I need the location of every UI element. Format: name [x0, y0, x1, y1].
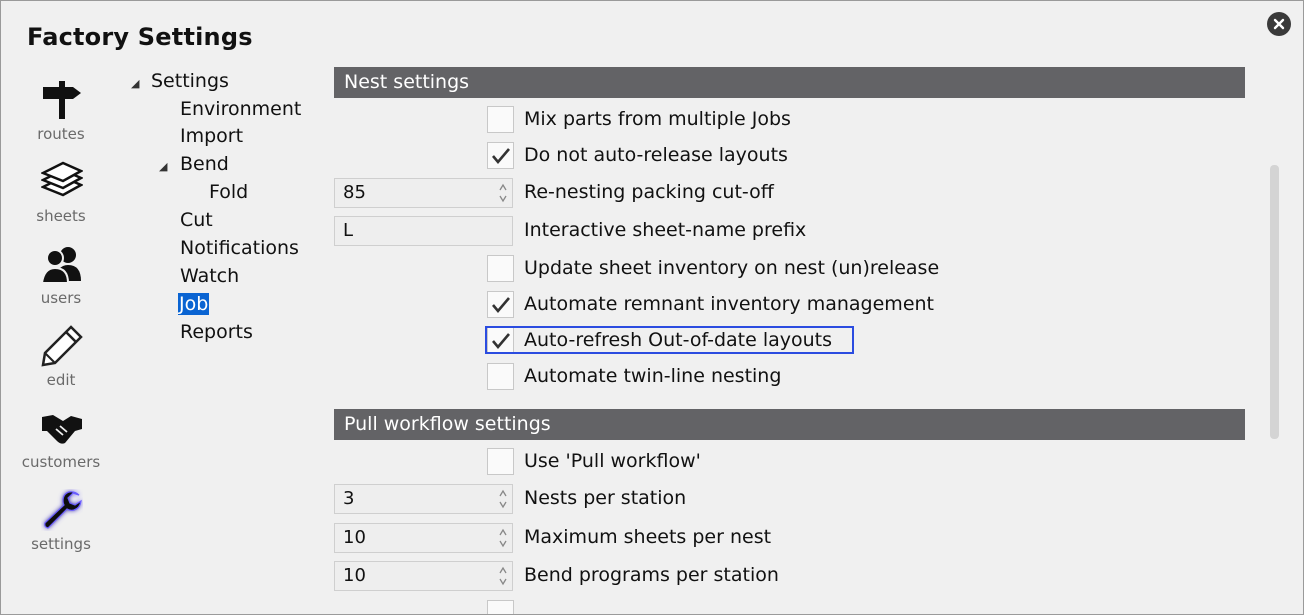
- tree-item-cut[interactable]: Cut: [180, 209, 213, 231]
- close-icon: [1273, 18, 1285, 30]
- nav-label: sheets: [36, 207, 86, 225]
- tree-item-settings[interactable]: Settings: [151, 70, 229, 92]
- nav-label: routes: [37, 125, 85, 143]
- row-label: Do not auto-release layouts: [524, 144, 788, 166]
- tree-item-environment[interactable]: Environment: [180, 98, 301, 120]
- tree-item-job[interactable]: Job: [178, 293, 210, 315]
- row-label: Mix parts from multiple Jobs: [524, 108, 791, 130]
- checkmark-icon: [492, 297, 510, 314]
- nav-label: users: [40, 289, 82, 307]
- spinner-arrows-icon[interactable]: [498, 527, 508, 549]
- row-label: Use 'Pull workflow': [524, 450, 701, 472]
- tree-item-reports[interactable]: Reports: [180, 321, 253, 343]
- signpost-icon: [43, 81, 81, 119]
- nav-users[interactable]: users: [15, 243, 107, 323]
- checkmark-icon: [492, 148, 510, 165]
- checkbox-mix-parts[interactable]: [487, 106, 514, 133]
- nav-label: settings: [31, 535, 91, 553]
- renesting-cutoff-stepper[interactable]: 85: [334, 178, 513, 208]
- tree-item-watch[interactable]: Watch: [180, 265, 239, 287]
- tree-item-bend[interactable]: Bend: [180, 153, 229, 175]
- checkbox-cut-off-row[interactable]: [487, 600, 514, 614]
- spinner-arrows-icon[interactable]: [498, 182, 508, 204]
- row-label: Update sheet inventory on nest (un)relea…: [524, 257, 940, 279]
- focus-outline: [485, 326, 854, 354]
- field-value: 10: [343, 565, 366, 586]
- wrench-icon: [44, 491, 82, 529]
- checkbox-update-inventory[interactable]: [487, 255, 514, 282]
- field-value: 3: [343, 488, 355, 509]
- pencil-icon: [41, 325, 83, 367]
- tree-item-fold[interactable]: Fold: [209, 181, 248, 203]
- nav-label: customers: [21, 453, 101, 471]
- field-value: 10: [343, 527, 366, 548]
- bend-programs-per-station-stepper[interactable]: 10: [334, 561, 513, 591]
- tree-expand-arrow-icon[interactable]: ◢: [131, 77, 139, 90]
- spinner-arrows-icon[interactable]: [498, 488, 508, 510]
- row-label: Re-nesting packing cut-off: [524, 181, 774, 203]
- tree-item-label: Job: [178, 293, 210, 315]
- spinner-arrows-icon[interactable]: [498, 565, 508, 587]
- row-label: Bend programs per station: [524, 564, 779, 586]
- section-header-nest: Nest settings: [334, 67, 1245, 98]
- checkbox-no-auto-release[interactable]: [487, 142, 514, 169]
- row-label: Interactive sheet-name prefix: [524, 219, 807, 241]
- row-label: Maximum sheets per nest: [524, 526, 772, 548]
- nav-sheets[interactable]: sheets: [15, 161, 107, 241]
- field-value: 85: [343, 182, 366, 203]
- nav-routes[interactable]: routes: [15, 79, 107, 159]
- tree-item-notifications[interactable]: Notifications: [180, 237, 299, 259]
- row-label: Automate remnant inventory management: [524, 293, 934, 315]
- nav-label: edit: [46, 371, 76, 389]
- row-label: Nests per station: [524, 487, 687, 509]
- sheet-name-prefix-input[interactable]: L: [334, 216, 513, 246]
- factory-settings-window: Factory Settings routes sheets users edi…: [0, 0, 1304, 615]
- nav-settings[interactable]: settings: [15, 489, 107, 569]
- checkbox-remnant-inventory[interactable]: [487, 291, 514, 318]
- nests-per-station-stepper[interactable]: 3: [334, 484, 513, 514]
- checkbox-twin-line[interactable]: [487, 363, 514, 390]
- row-label: Automate twin-line nesting: [524, 365, 782, 387]
- nav-customers[interactable]: customers: [15, 407, 107, 487]
- window-title: Factory Settings: [27, 23, 253, 51]
- tree-expand-arrow-icon[interactable]: ◢: [159, 160, 167, 173]
- sheets-stack-icon: [41, 161, 83, 197]
- vertical-scrollbar[interactable]: [1270, 165, 1279, 439]
- close-button[interactable]: [1267, 12, 1291, 36]
- checkbox-pull-workflow[interactable]: [487, 448, 514, 475]
- tree-item-import[interactable]: Import: [180, 125, 243, 147]
- field-value: L: [343, 220, 354, 241]
- users-icon: [41, 247, 81, 284]
- section-header-pull: Pull workflow settings: [334, 409, 1245, 440]
- handshake-icon: [42, 415, 82, 444]
- max-sheets-per-nest-stepper[interactable]: 10: [334, 523, 513, 553]
- nav-edit[interactable]: edit: [15, 325, 107, 405]
